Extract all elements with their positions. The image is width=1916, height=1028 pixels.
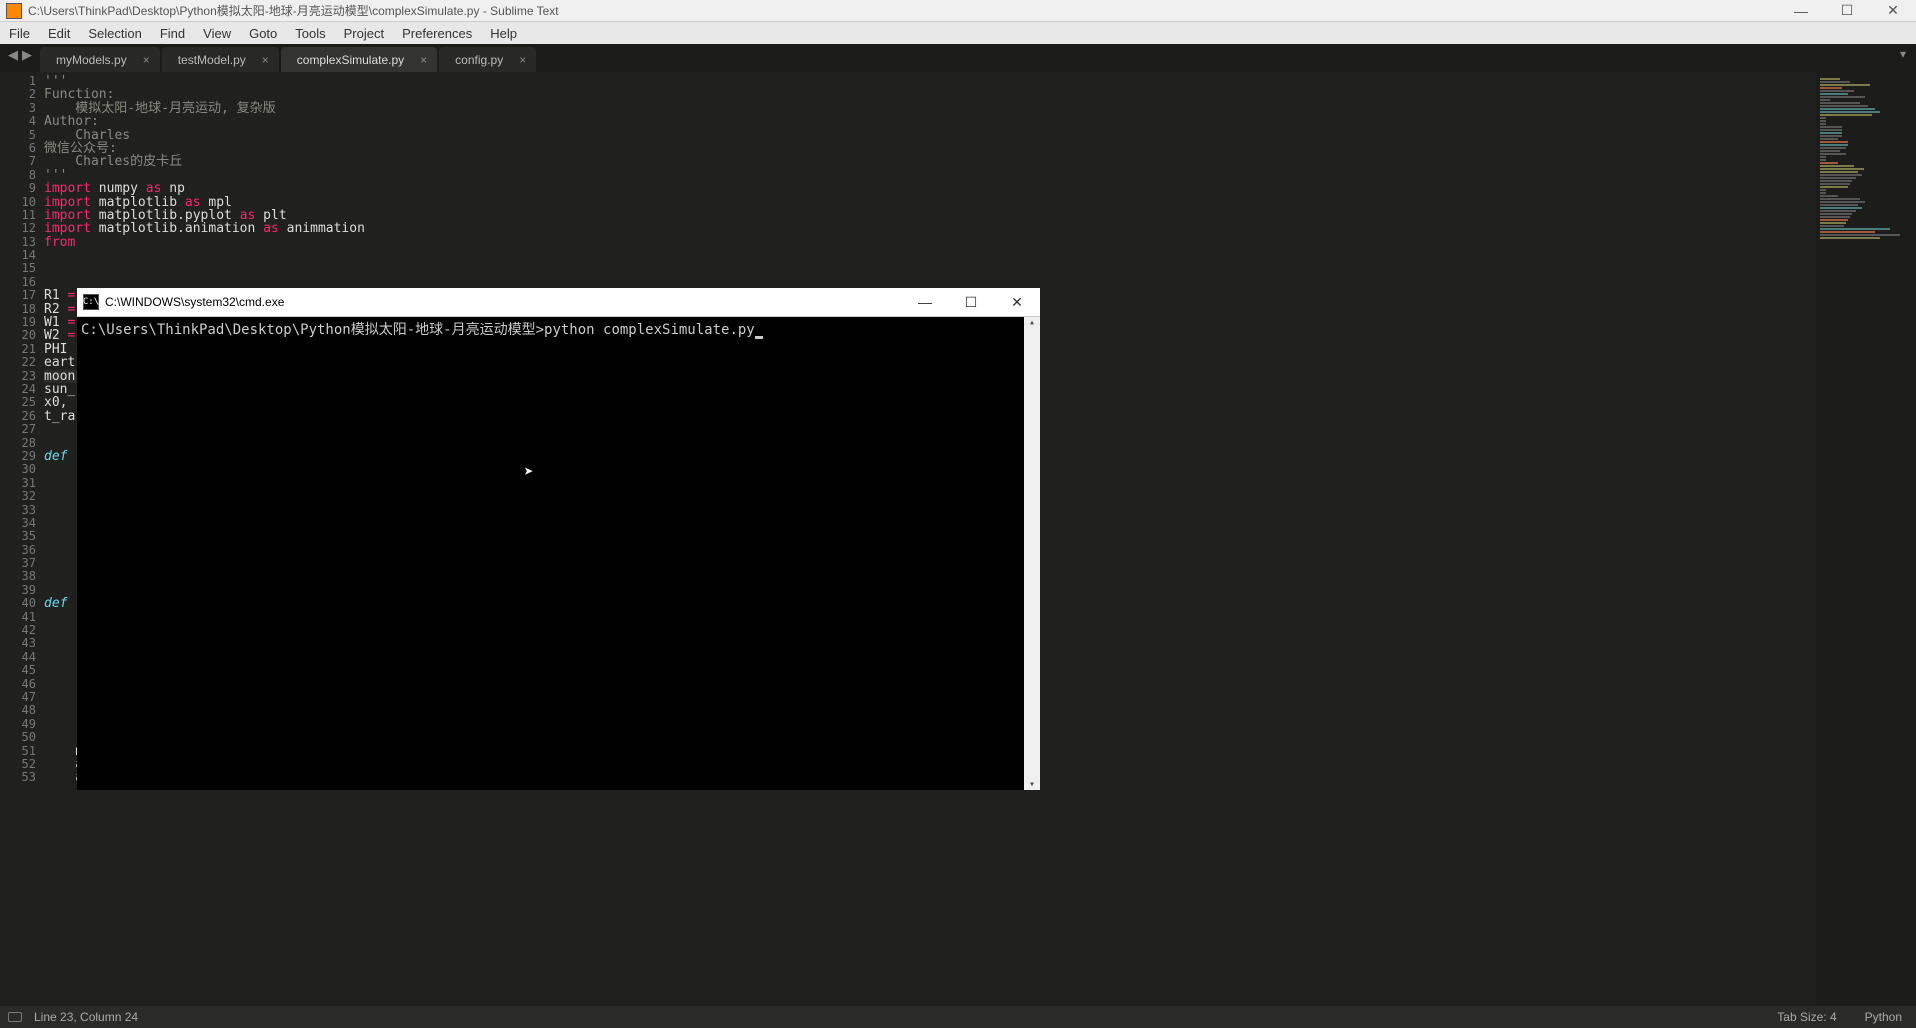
cmd-body[interactable]: C:\Users\ThinkPad\Desktop\Python模拟太阳-地球-… — [77, 317, 1040, 790]
cmd-prompt: C:\Users\ThinkPad\Desktop\Python模拟太阳-地球-… — [81, 322, 544, 338]
tab-label: myModels.py — [56, 53, 127, 67]
close-button[interactable]: ✕ — [1870, 0, 1916, 22]
menu-preferences[interactable]: Preferences — [393, 26, 481, 41]
status-tabsize[interactable]: Tab Size: 4 — [1777, 1010, 1836, 1024]
scroll-down-icon[interactable]: ▾ — [1029, 779, 1035, 790]
cmd-maximize-button[interactable]: ☐ — [948, 288, 994, 317]
status-left: Line 23, Column 24 — [0, 1010, 138, 1024]
title-appname: Sublime Text — [490, 4, 558, 18]
window-title-bar: C:\Users\ThinkPad\Desktop\Python模拟太阳-地球-… — [0, 0, 1916, 22]
cmd-icon: C:\ — [83, 294, 99, 310]
panel-icon[interactable] — [8, 1012, 22, 1022]
scroll-up-icon[interactable]: ▴ — [1029, 317, 1035, 328]
minimize-button[interactable]: — — [1778, 0, 1824, 22]
minimap[interactable] — [1816, 72, 1916, 1006]
line-number-gutter: 1234567891011121314151617181920212223242… — [0, 72, 44, 1006]
editor-area: ◀ ▶ myModels.py × testModel.py × complex… — [0, 44, 1916, 1006]
mouse-cursor-icon: ➤ — [524, 462, 534, 481]
cmd-title-bar[interactable]: C:\ C:\WINDOWS\system32\cmd.exe — ☐ ✕ — [77, 288, 1040, 317]
status-right: Tab Size: 4 Python — [1777, 1010, 1916, 1024]
cmd-minimize-button[interactable]: — — [902, 288, 948, 317]
chevron-left-icon: ◀ — [8, 47, 18, 63]
tab-label: config.py — [455, 53, 503, 67]
cmd-cursor — [755, 336, 763, 339]
menu-view[interactable]: View — [194, 26, 240, 41]
window-controls: — ☐ ✕ — [1778, 0, 1916, 22]
menu-tools[interactable]: Tools — [286, 26, 334, 41]
tab-close-icon[interactable]: × — [143, 53, 150, 67]
tab-overflow-icon[interactable]: ▾ — [1890, 47, 1916, 61]
status-bar: Line 23, Column 24 Tab Size: 4 Python — [0, 1006, 1916, 1028]
maximize-button[interactable]: ☐ — [1824, 0, 1870, 22]
tab-close-icon[interactable]: × — [420, 53, 427, 67]
window-title: C:\Users\ThinkPad\Desktop\Python模拟太阳-地球-… — [28, 2, 559, 19]
tab-label: testModel.py — [178, 53, 246, 67]
menu-project[interactable]: Project — [335, 26, 393, 41]
menu-help[interactable]: Help — [481, 26, 526, 41]
tab-complexsimulate[interactable]: complexSimulate.py × — [281, 47, 437, 72]
tab-testmodel[interactable]: testModel.py × — [162, 47, 279, 72]
tab-close-icon[interactable]: × — [519, 53, 526, 67]
menu-find[interactable]: Find — [151, 26, 194, 41]
menu-bar: File Edit Selection Find View Goto Tools… — [0, 22, 1916, 44]
menu-file[interactable]: File — [0, 26, 39, 41]
status-syntax[interactable]: Python — [1865, 1010, 1902, 1024]
status-cursor-pos[interactable]: Line 23, Column 24 — [34, 1010, 138, 1024]
tab-strip: ◀ ▶ myModels.py × testModel.py × complex… — [0, 44, 1916, 72]
cmd-scrollbar[interactable]: ▴ ▾ — [1024, 317, 1040, 790]
menu-edit[interactable]: Edit — [39, 26, 79, 41]
cmd-window[interactable]: C:\ C:\WINDOWS\system32\cmd.exe — ☐ ✕ C:… — [77, 288, 1040, 790]
cmd-window-controls: — ☐ ✕ — [902, 288, 1040, 317]
title-path: C:\Users\ThinkPad\Desktop\Python模拟太阳-地球-… — [28, 4, 479, 18]
cmd-command: python complexSimulate.py — [544, 322, 755, 338]
tab-label: complexSimulate.py — [297, 53, 404, 67]
tab-close-icon[interactable]: × — [262, 53, 269, 67]
tab-config[interactable]: config.py × — [439, 47, 536, 72]
menu-goto[interactable]: Goto — [240, 26, 286, 41]
cmd-close-button[interactable]: ✕ — [994, 288, 1040, 317]
tab-nav-arrows[interactable]: ◀ ▶ — [0, 47, 40, 63]
menu-selection[interactable]: Selection — [79, 26, 150, 41]
tab-mymodels[interactable]: myModels.py × — [40, 47, 160, 72]
chevron-right-icon: ▶ — [22, 47, 32, 63]
app-icon — [6, 3, 22, 19]
cmd-title-text: C:\WINDOWS\system32\cmd.exe — [105, 295, 284, 309]
